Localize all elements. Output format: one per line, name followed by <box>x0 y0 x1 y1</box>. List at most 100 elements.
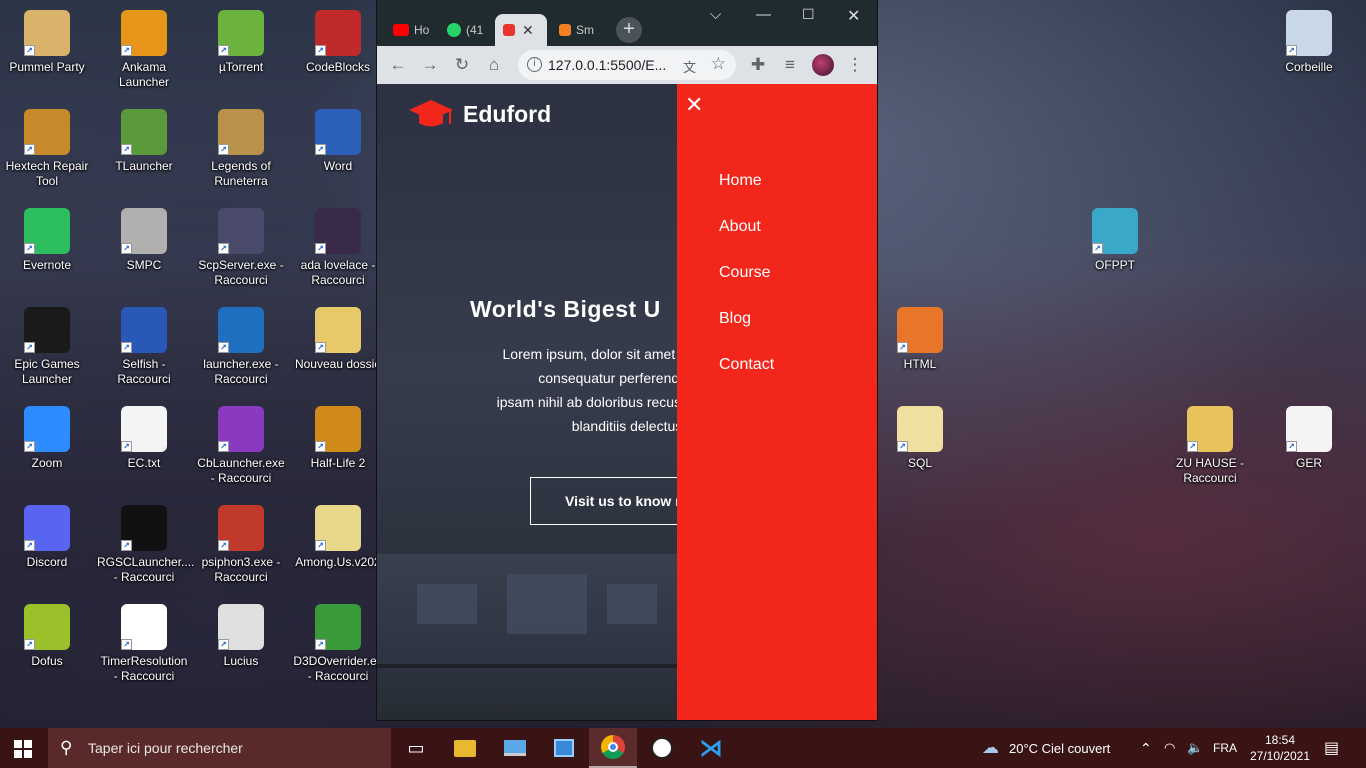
desktop-icon[interactable]: ↗ GER <box>1262 406 1356 471</box>
desktop-icon[interactable]: ↗ Corbeille <box>1262 10 1356 75</box>
weather-widget[interactable]: ☁ 20°C Ciel couvert <box>982 728 1110 768</box>
shortcut-arrow-icon: ↗ <box>315 441 326 452</box>
desktop-icon[interactable]: ↗ D3DOverrider.ex - Raccourci <box>291 604 385 684</box>
bookmark-star-icon[interactable]: ☆ <box>711 54 726 74</box>
tab-label: (41 <box>466 23 484 37</box>
desktop-icon-label: Selfish - Raccourci <box>117 357 171 386</box>
desktop-icon[interactable]: ↗ OFPPT <box>1068 208 1162 273</box>
desktop-icon[interactable]: ↗ SMPC <box>97 208 191 273</box>
desktop-icon[interactable]: ↗ Nouveau dossie <box>291 307 385 372</box>
desktop-icon[interactable]: ↗ µTorrent <box>194 10 288 75</box>
tab-youtube[interactable]: Ho <box>385 14 437 46</box>
close-tab-icon[interactable]: ✕ <box>522 22 534 39</box>
clock-time: 18:54 <box>1264 733 1296 747</box>
close-menu-icon[interactable]: ✕ <box>685 92 703 118</box>
desktop-icon[interactable]: ↗ psiphon3.exe - Raccourci <box>194 505 288 585</box>
taskbar-search-box[interactable]: ⚲ Taper ici pour rechercher <box>48 728 391 768</box>
vscode-taskbar-button[interactable]: ⋊ <box>687 728 735 768</box>
d3doverrider-icon: ↗ <box>315 604 361 650</box>
shortcut-arrow-icon: ↗ <box>315 639 326 650</box>
close-window-icon[interactable]: ✕ <box>847 6 860 26</box>
address-bar[interactable]: i 127.0.0.1:5500/E... 文 ☆ <box>518 50 736 80</box>
desktop-icon[interactable]: ↗ ScpServer.exe - Raccourci <box>194 208 288 288</box>
task-view-button[interactable]: ▭ <box>392 728 440 768</box>
desktop-icon[interactable]: ↗ EC.txt <box>97 406 191 471</box>
control-panel-button[interactable] <box>540 728 588 768</box>
profile-avatar[interactable] <box>812 54 834 76</box>
desktop-icon[interactable]: ↗ Word <box>291 109 385 174</box>
reload-icon[interactable]: ↻ <box>451 54 473 76</box>
desktop-icon[interactable]: ↗ Legends of Runeterra <box>194 109 288 189</box>
folder-icon: ↗ <box>1187 406 1233 452</box>
nav-item-contact[interactable]: Contact <box>719 356 774 402</box>
desktop-icon-label: TLauncher <box>115 159 173 173</box>
desktop-icon[interactable]: ↗ ZU HAUSE - Raccourci <box>1163 406 1257 486</box>
text-file-icon: ↗ <box>121 406 167 452</box>
desktop-icon[interactable]: ↗ ada lovelace - Raccourci <box>291 208 385 288</box>
network-icon[interactable]: ◠ <box>1164 728 1175 768</box>
desktop-icon-label: D3DOverrider.ex - Raccourci <box>293 654 383 683</box>
forward-icon[interactable]: → <box>419 54 441 76</box>
desktop-icon[interactable]: ↗ Evernote <box>0 208 94 273</box>
chrome-icon <box>601 735 625 759</box>
nav-item-about[interactable]: About <box>719 218 774 264</box>
nav-item-course[interactable]: Course <box>719 264 774 310</box>
hextech-repair-icon: ↗ <box>24 109 70 155</box>
desktop-icon[interactable]: ↗ Hextech Repair Tool <box>0 109 94 189</box>
desktop-icon[interactable]: ↗ RGSCLauncher.... - Raccourci <box>97 505 194 585</box>
desktop-icon[interactable]: ↗ Pummel Party <box>0 10 94 75</box>
desktop-icon[interactable]: ↗ Zoom <box>0 406 94 471</box>
desktop-icon[interactable]: ↗ Half-Life 2 <box>291 406 385 471</box>
tab-label: Ho <box>414 23 430 37</box>
file-explorer-button[interactable] <box>441 728 489 768</box>
media-control-icon[interactable]: ≡ <box>779 54 801 76</box>
desktop-icon[interactable]: ↗ Ankama Launcher <box>97 10 191 90</box>
tab-whatsapp[interactable]: (41 <box>439 14 491 46</box>
tab-stackoverflow[interactable]: Sm <box>551 14 603 46</box>
nav-item-blog[interactable]: Blog <box>719 310 774 356</box>
windows-start-icon[interactable] <box>14 740 32 758</box>
ada-lovelace-icon: ↗ <box>315 208 361 254</box>
site-info-icon[interactable]: i <box>527 57 542 72</box>
desktop-icon[interactable]: ↗ TimerResolution - Raccourci <box>97 604 191 684</box>
desktop-icon[interactable]: ↗ SQL <box>873 406 967 471</box>
desktop-icon[interactable]: ↗ launcher.exe - Raccourci <box>194 307 288 387</box>
clock[interactable]: 18:54 27/10/2021 <box>1247 728 1313 768</box>
desktop-icon[interactable]: ↗ HTML <box>873 307 967 372</box>
desktop-icon[interactable]: ↗ Epic Games Launcher <box>0 307 94 387</box>
extensions-icon[interactable]: ✚ <box>747 54 769 76</box>
minimize-icon[interactable]: — <box>756 6 771 23</box>
site-logo[interactable]: Eduford <box>407 96 551 132</box>
home-icon[interactable]: ⌂ <box>483 54 505 76</box>
nav-item-home[interactable]: Home <box>719 172 774 218</box>
desktop-icon[interactable]: ↗ CodeBlocks <box>291 10 385 75</box>
notification-center-icon[interactable]: ▤ <box>1324 728 1339 768</box>
desktop-icon[interactable]: ↗ Dofus <box>0 604 94 669</box>
tab-search-icon[interactable]: ⌵ <box>710 6 721 23</box>
desktop-icon[interactable]: ↗ Among.Us.v202 <box>291 505 385 570</box>
desktop-icon[interactable]: ↗ Discord <box>0 505 94 570</box>
timer-taskbar-button[interactable] <box>638 728 686 768</box>
chrome-taskbar-button[interactable] <box>589 728 637 768</box>
shortcut-arrow-icon: ↗ <box>315 144 326 155</box>
back-icon[interactable]: ← <box>387 54 409 76</box>
desktop-icon-label: EC.txt <box>127 456 161 470</box>
translate-icon[interactable]: 文 <box>683 57 696 76</box>
volume-icon[interactable]: 🔈 <box>1187 728 1203 768</box>
desktop-icon[interactable]: ↗ CbLauncher.exe - Raccourci <box>194 406 288 486</box>
brand-name: Eduford <box>463 100 552 127</box>
tab-active-site[interactable]: ✕ <box>495 14 547 46</box>
shortcut-arrow-icon: ↗ <box>24 639 35 650</box>
desktop-icon[interactable]: ↗ TLauncher <box>97 109 191 174</box>
language-indicator[interactable]: FRA <box>1213 728 1237 768</box>
new-tab-button[interactable]: + <box>616 17 642 43</box>
show-hidden-icons[interactable]: ⌃ <box>1140 728 1152 768</box>
desktop-icon[interactable]: ↗ Lucius <box>194 604 288 669</box>
desktop-icon[interactable]: ↗ Selfish - Raccourci <box>97 307 191 387</box>
this-pc-button[interactable] <box>491 728 539 768</box>
maximize-icon[interactable]: ☐ <box>802 6 815 23</box>
more-menu-icon[interactable]: ⋮ <box>844 54 866 76</box>
clock-app-icon <box>651 737 673 759</box>
search-placeholder: Taper ici pour rechercher <box>88 740 243 756</box>
shortcut-arrow-icon: ↗ <box>218 45 229 56</box>
